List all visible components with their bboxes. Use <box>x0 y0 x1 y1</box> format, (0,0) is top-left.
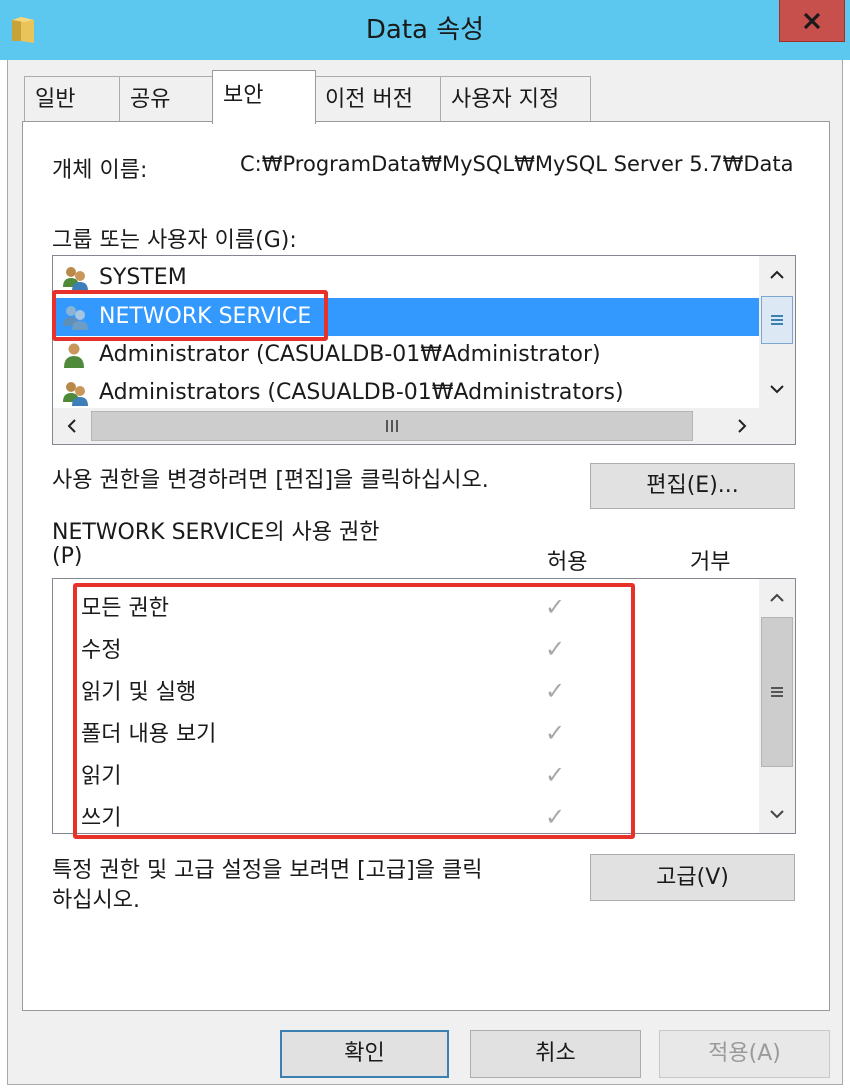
highlight-box <box>73 583 635 839</box>
scroll-left-button[interactable] <box>55 409 89 443</box>
object-name-value: C:₩ProgramData₩MySQL₩MySQL Server 5.7₩Da… <box>240 152 794 176</box>
chevron-right-icon <box>738 419 747 433</box>
tab-security[interactable]: 보안 <box>212 70 316 124</box>
scroll-up-button[interactable] <box>760 581 794 615</box>
group-users-label: 그룹 또는 사용자 이름(G): <box>52 228 297 253</box>
user-icon <box>61 342 91 368</box>
scroll-thumb[interactable] <box>761 617 793 767</box>
user-name: Administrator (CASUALDB-01₩Administrator… <box>99 342 601 367</box>
tab-label: 보안 <box>223 83 264 108</box>
user-group-icon <box>61 265 91 291</box>
edit-button[interactable]: 편집(E)... <box>590 463 795 509</box>
grip-icon <box>771 687 783 697</box>
permissions-title-accel: (P) <box>52 544 83 569</box>
window-title: Data 속성 <box>365 15 485 45</box>
advanced-hint-text-cont: 하십시오. <box>52 888 140 913</box>
allow-column-header: 허용 <box>547 550 588 575</box>
chevron-down-icon <box>770 385 784 394</box>
tab-label: 공유 <box>130 87 171 112</box>
chevron-up-icon <box>770 270 784 279</box>
users-horizontal-scrollbar[interactable] <box>53 408 795 444</box>
tab-label: 일반 <box>35 87 76 112</box>
list-item-administrator[interactable]: Administrator (CASUALDB-01₩Administrator… <box>53 336 759 374</box>
scroll-down-button[interactable] <box>760 797 794 831</box>
advanced-hint-text: 특정 권한 및 고급 설정을 보려면 [고급]을 클릭 <box>52 858 483 883</box>
chevron-down-icon <box>770 810 784 819</box>
close-button[interactable] <box>779 0 845 42</box>
user-group-icon <box>61 380 91 406</box>
tab-customize[interactable]: 사용자 지정 <box>440 76 591 122</box>
tab-previous-versions[interactable]: 이전 버전 <box>314 76 441 122</box>
ok-button[interactable]: 확인 <box>280 1030 449 1078</box>
scroll-thumb[interactable] <box>761 296 793 344</box>
tab-general[interactable]: 일반 <box>24 76 120 122</box>
object-name-label: 개체 이름: <box>52 158 148 183</box>
user-name: Administrators (CASUALDB-01₩Administrato… <box>99 380 624 405</box>
highlight-box <box>52 290 328 341</box>
edit-hint-text: 사용 권한을 변경하려면 [편집]을 클릭하십시오. <box>52 468 489 493</box>
grip-icon <box>771 315 783 325</box>
tab-label: 사용자 지정 <box>451 87 560 112</box>
user-name: SYSTEM <box>99 265 187 290</box>
scroll-down-button[interactable] <box>760 372 794 406</box>
scroll-right-button[interactable] <box>725 409 759 443</box>
permissions-vertical-scrollbar[interactable] <box>759 579 795 833</box>
deny-column-header: 거부 <box>690 550 731 575</box>
chevron-left-icon <box>67 419 76 433</box>
close-icon <box>803 12 821 29</box>
tab-sharing[interactable]: 공유 <box>119 76 214 122</box>
users-listbox[interactable]: SYSTEM NETWORK SERVICE Administrator (CA… <box>52 255 796 445</box>
tab-label: 이전 버전 <box>325 87 413 112</box>
apply-button[interactable]: 적용(A) <box>659 1030 830 1078</box>
scroll-up-button[interactable] <box>760 258 794 292</box>
permissions-title: NETWORK SERVICE의 사용 권한 <box>52 520 380 545</box>
advanced-button[interactable]: 고급(V) <box>590 854 795 901</box>
scroll-thumb[interactable] <box>91 411 693 441</box>
chevron-up-icon <box>770 593 784 602</box>
list-item-administrators[interactable]: Administrators (CASUALDB-01₩Administrato… <box>53 374 759 412</box>
users-vertical-scrollbar[interactable] <box>759 256 795 408</box>
cancel-button[interactable]: 취소 <box>470 1030 641 1078</box>
grip-icon <box>386 420 398 432</box>
